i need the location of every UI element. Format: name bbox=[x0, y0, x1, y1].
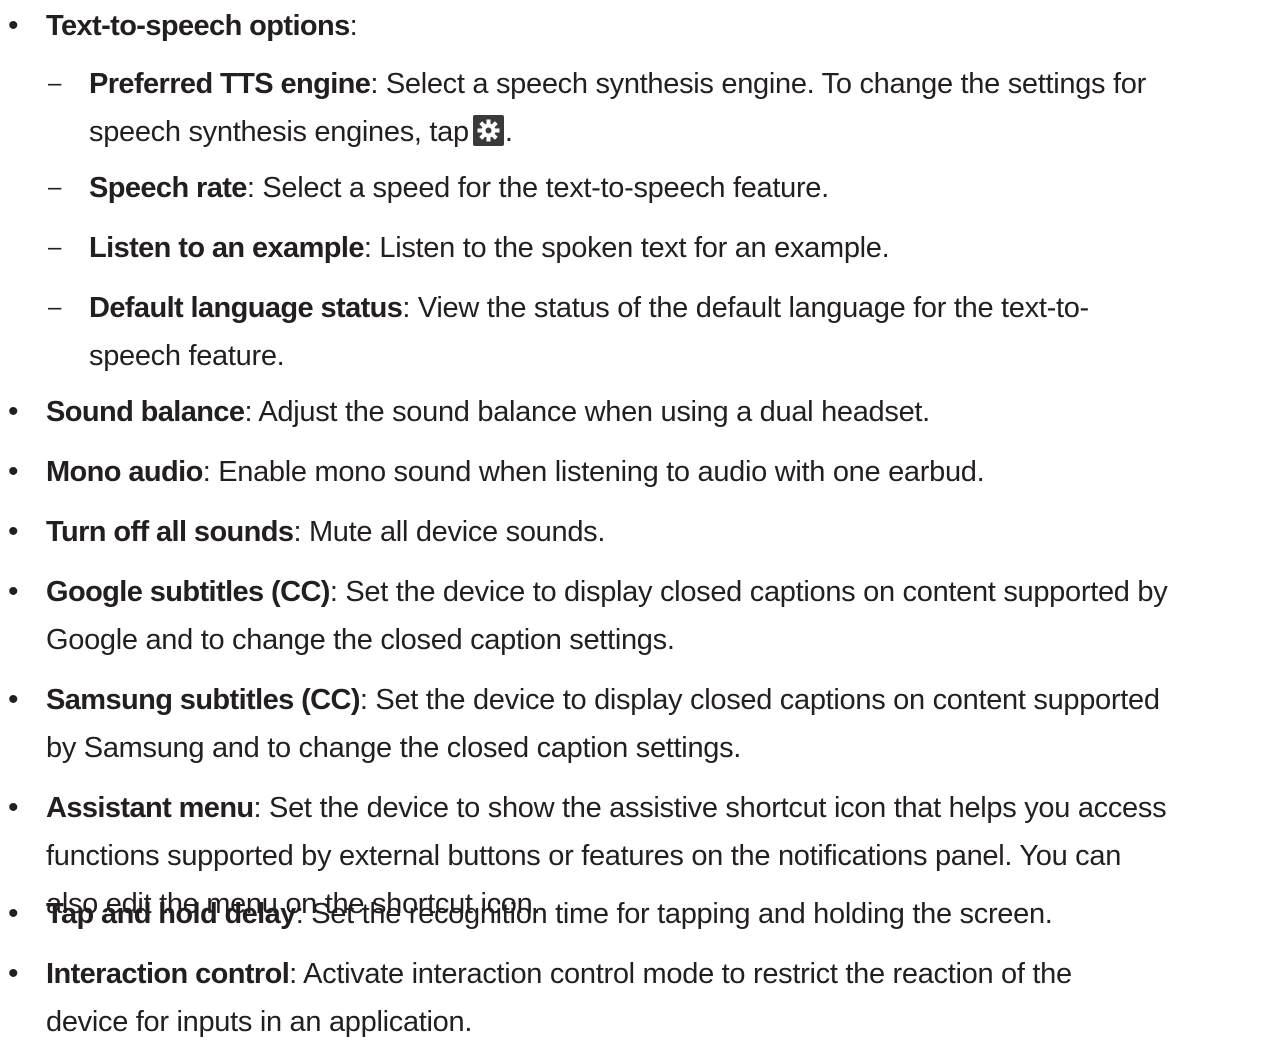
item-term: Default language status bbox=[89, 292, 403, 324]
item-text: Turn off all sounds: Mute all device sou… bbox=[46, 508, 1254, 556]
item-term: Preferred TTS engine bbox=[89, 68, 371, 100]
item-description: : Select a speed for the text-to-speech … bbox=[246, 172, 829, 204]
dash-marker: – bbox=[48, 294, 62, 321]
dash-marker: – bbox=[48, 234, 62, 261]
item-term: Text-to-speech options bbox=[46, 10, 350, 42]
item-term: Speech rate bbox=[89, 172, 247, 204]
item-description: : bbox=[349, 10, 358, 42]
item-description-cont: by Samsung and to change the closed capt… bbox=[46, 732, 742, 764]
item-description: : Set the device to show the assistive s… bbox=[253, 792, 1167, 824]
item-description: : Listen to the spoken text for an examp… bbox=[363, 232, 890, 264]
item-term: Turn off all sounds bbox=[46, 516, 294, 548]
item-description-end: . bbox=[504, 116, 513, 148]
item-text: Interaction control: Activate interactio… bbox=[46, 950, 1254, 1046]
item-term: Tap and hold delay bbox=[46, 898, 296, 930]
item-text: Tap and hold delay: Set the recognition … bbox=[46, 890, 1254, 938]
bullet-marker: • bbox=[8, 575, 19, 608]
item-description-cont: speech feature. bbox=[89, 340, 285, 372]
item-description: : Mute all device sounds. bbox=[293, 516, 606, 548]
item-text: Samsung subtitles (CC): Set the device t… bbox=[46, 676, 1254, 772]
item-description: : Enable mono sound when listening to au… bbox=[202, 456, 985, 488]
item-description: : Activate interaction control mode to r… bbox=[289, 958, 1072, 990]
bullet-marker: • bbox=[8, 897, 19, 930]
item-text: Sound balance: Adjust the sound balance … bbox=[46, 388, 1254, 436]
item-description: : Adjust the sound balance when using a … bbox=[244, 396, 930, 428]
item-description-cont: speech synthesis engines, tap bbox=[89, 116, 469, 148]
bullet-marker: • bbox=[8, 957, 19, 990]
item-text: Speech rate: Select a speed for the text… bbox=[89, 164, 1254, 212]
bullet-marker: • bbox=[8, 395, 19, 428]
item-text: Mono audio: Enable mono sound when liste… bbox=[46, 448, 1254, 496]
item-term: Assistant menu bbox=[46, 792, 254, 824]
item-description: : Select a speech synthesis engine. To c… bbox=[370, 68, 1146, 100]
item-text: Listen to an example: Listen to the spok… bbox=[89, 224, 1254, 272]
item-text: Text-to-speech options: bbox=[46, 2, 1254, 50]
item-term: Interaction control bbox=[46, 958, 290, 990]
dash-marker: – bbox=[48, 174, 62, 201]
item-description: : Set the recognition time for tapping a… bbox=[295, 898, 1053, 930]
bullet-marker: • bbox=[8, 683, 19, 716]
item-term: Mono audio bbox=[46, 456, 203, 488]
bullet-marker: • bbox=[8, 455, 19, 488]
item-term: Listen to an example bbox=[89, 232, 364, 264]
item-description-cont: device for inputs in an application. bbox=[46, 1006, 473, 1038]
item-term: Sound balance bbox=[46, 396, 245, 428]
dash-marker: – bbox=[48, 70, 62, 97]
item-term: Samsung subtitles (CC) bbox=[46, 684, 360, 716]
settings-gear-icon bbox=[472, 113, 504, 146]
item-text: Preferred TTS engine: Select a speech sy… bbox=[89, 60, 1254, 156]
item-text: Google subtitles (CC): Set the device to… bbox=[46, 568, 1254, 664]
item-description: : Set the device to display closed capti… bbox=[329, 576, 1168, 608]
bullet-marker: • bbox=[8, 9, 19, 42]
bullet-marker: • bbox=[8, 515, 19, 548]
bullet-marker: • bbox=[8, 791, 19, 824]
item-term: Google subtitles (CC) bbox=[46, 576, 330, 608]
item-description-cont: Google and to change the closed caption … bbox=[46, 624, 675, 656]
item-text: Default language status: View the status… bbox=[89, 284, 1254, 380]
item-description-cont: functions supported by external buttons … bbox=[46, 840, 1122, 872]
item-description: : View the status of the default languag… bbox=[402, 292, 1089, 324]
manual-page: • Text-to-speech options: – Preferred TT… bbox=[0, 0, 1262, 1038]
item-description: : Set the device to display closed capti… bbox=[359, 684, 1160, 716]
